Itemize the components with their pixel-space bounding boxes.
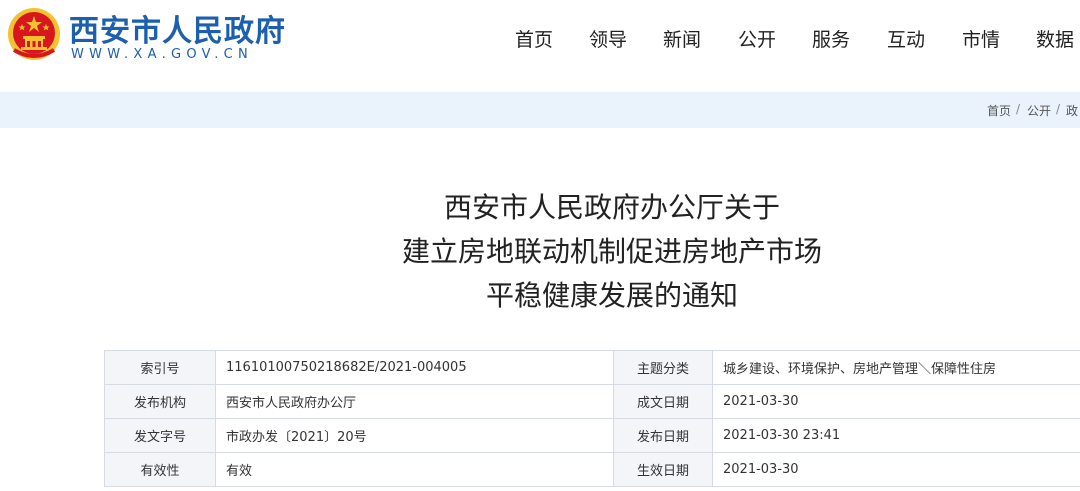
meta-value-doc-number: 市政办发〔2021〕20号 [215,418,614,453]
page-title: 西安市人民政府办公厅关于 建立房地联动机制促进房地产市场 平稳健康发展的通知 [0,186,1080,318]
meta-key-doc-number: 发文字号 [104,418,216,453]
meta-key-written-date: 成文日期 [613,384,713,419]
nav-item-home[interactable]: 首页 [515,25,553,52]
meta-key-index: 索引号 [104,350,216,385]
meta-value-publish-date: 2021-03-30 23:41 [712,418,1080,453]
nav-item-interaction[interactable]: 互动 [887,25,925,52]
meta-key-publisher: 发布机构 [104,384,216,419]
nav-item-news[interactable]: 新闻 [663,25,701,52]
document-meta-table: 索引号 11610100750218682E/2021-004005 主题分类 … [104,350,1080,487]
nav-item-open[interactable]: 公开 [738,25,776,52]
table-row: 有效性 有效 生效日期 2021-03-30 [104,452,1080,487]
breadcrumb: 首页 / 公开 / 政 [0,92,1080,128]
nav-item-services[interactable]: 服务 [812,25,850,52]
table-row: 发布机构 西安市人民政府办公厅 成文日期 2021-03-30 [104,384,1080,419]
meta-value-effective-date: 2021-03-30 [712,452,1080,487]
meta-key-publish-date: 发布日期 [613,418,713,453]
title-line: 西安市人民政府办公厅关于 [443,191,780,224]
meta-value-index: 11610100750218682E/2021-004005 [215,350,614,385]
table-row: 发文字号 市政办发〔2021〕20号 发布日期 2021-03-30 23:41 [104,418,1080,453]
meta-value-publisher: 西安市人民政府办公厅 [215,384,614,419]
table-row: 索引号 11610100750218682E/2021-004005 主题分类 … [104,350,1080,385]
title-line: 建立房地联动机制促进房地产市场 [401,235,822,268]
main-nav: 首页 领导 新闻 公开 服务 互动 市情 数据 [0,0,1080,70]
breadcrumb-separator: / [1016,102,1021,116]
meta-key-effective-date: 生效日期 [613,452,713,487]
meta-key-validity: 有效性 [104,452,216,487]
meta-value-written-date: 2021-03-30 [712,384,1080,419]
meta-value-topic: 城乡建设、环境保护、房地产管理＼保障性住房 [712,350,1080,385]
breadcrumb-item-open[interactable]: 公开 [1027,102,1051,119]
nav-item-leaders[interactable]: 领导 [589,25,627,52]
breadcrumb-separator: / [1056,102,1061,116]
title-line: 平稳健康发展的通知 [485,279,738,312]
nav-item-data[interactable]: 数据 [1036,25,1074,52]
site-header: 西安市人民政府 WWW.XA.GOV.CN 首页 领导 新闻 公开 服务 互动 … [0,0,1080,92]
nav-item-city-info[interactable]: 市情 [962,25,1000,52]
meta-key-topic: 主题分类 [613,350,713,385]
meta-value-validity: 有效 [215,452,614,487]
breadcrumb-item-policy[interactable]: 政 [1066,102,1078,119]
breadcrumb-item-home[interactable]: 首页 [987,102,1011,119]
